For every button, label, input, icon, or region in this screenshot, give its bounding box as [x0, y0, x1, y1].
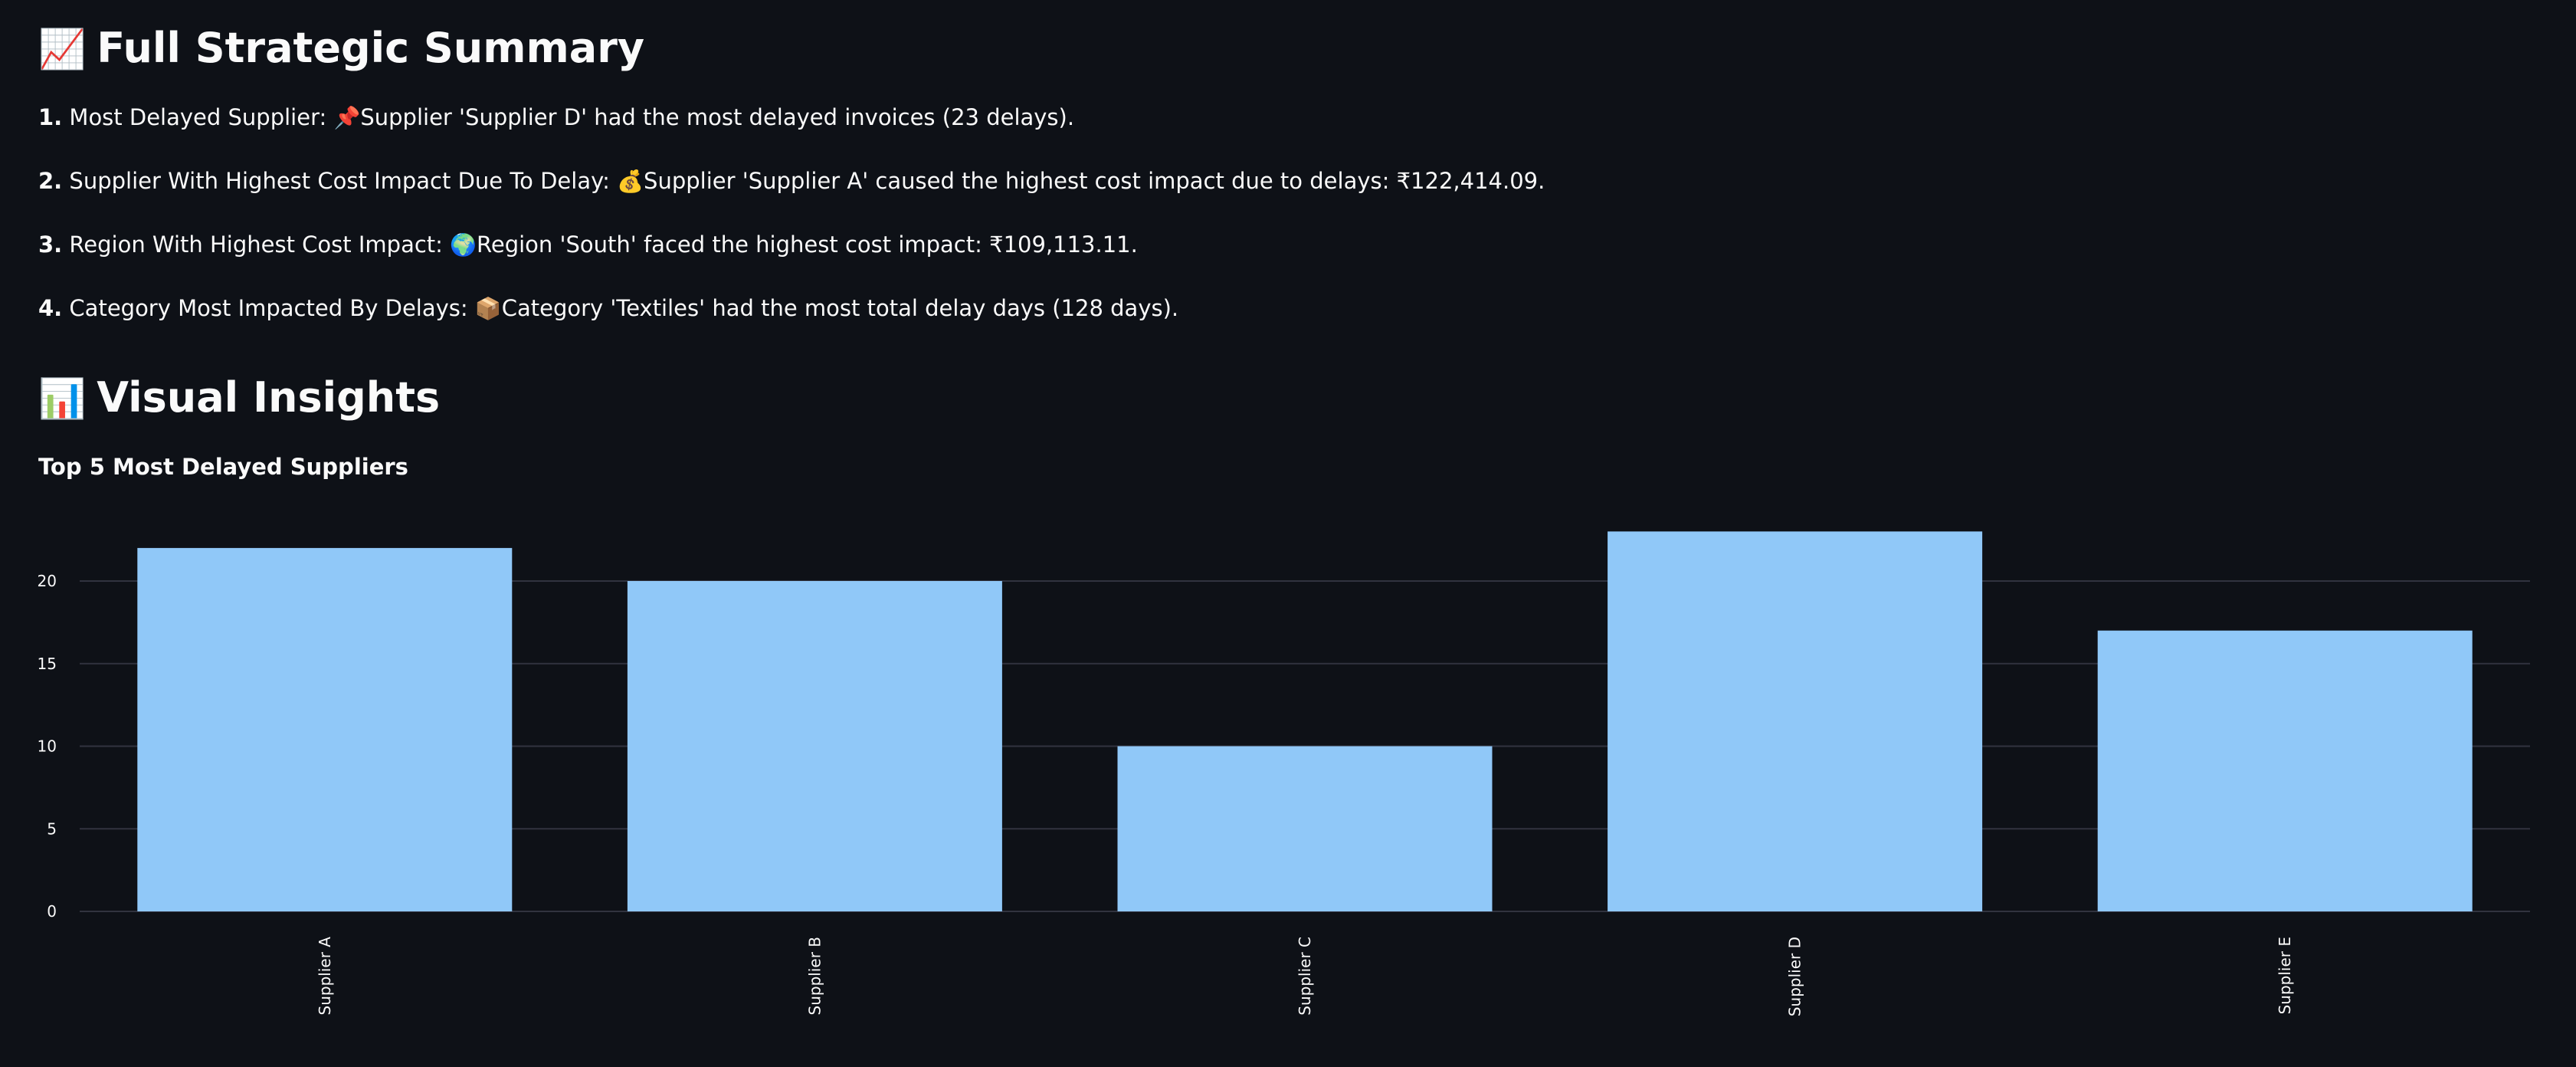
x-tick-label: Supplier E: [2276, 937, 2294, 1014]
bar-supplier-b[interactable]: [627, 581, 1002, 911]
chart-x-ticks: Supplier A Supplier B Supplier C Supplier D…: [316, 937, 2294, 1016]
y-tick-label: 5: [47, 819, 57, 838]
x-tick-label: Supplier D: [1786, 937, 1804, 1016]
bar-supplier-d[interactable]: [1608, 531, 1983, 911]
x-tick-label: Supplier C: [1296, 937, 1314, 1016]
app-page: 📈 Full Strategic Summary 1. Most Delayed …: [0, 0, 2576, 1067]
bar-chart: 05101520 Supplier A Supplier B Supplier CS…: [38, 531, 2530, 1016]
y-tick-label: 10: [38, 737, 57, 756]
x-tick-label: Supplier B: [805, 937, 824, 1015]
bar-supplier-e[interactable]: [2097, 630, 2473, 911]
bar-supplier-c[interactable]: [1117, 746, 1493, 912]
y-tick-label: 15: [38, 655, 57, 673]
y-tick-label: 0: [47, 902, 57, 921]
chart-y-ticks: 0 5 10 15 20: [38, 572, 57, 921]
chart-bars: [137, 531, 2473, 912]
x-tick-label: Supplier A: [316, 937, 334, 1016]
bar-supplier-a[interactable]: [137, 547, 513, 911]
y-tick-label: 20: [38, 572, 57, 590]
